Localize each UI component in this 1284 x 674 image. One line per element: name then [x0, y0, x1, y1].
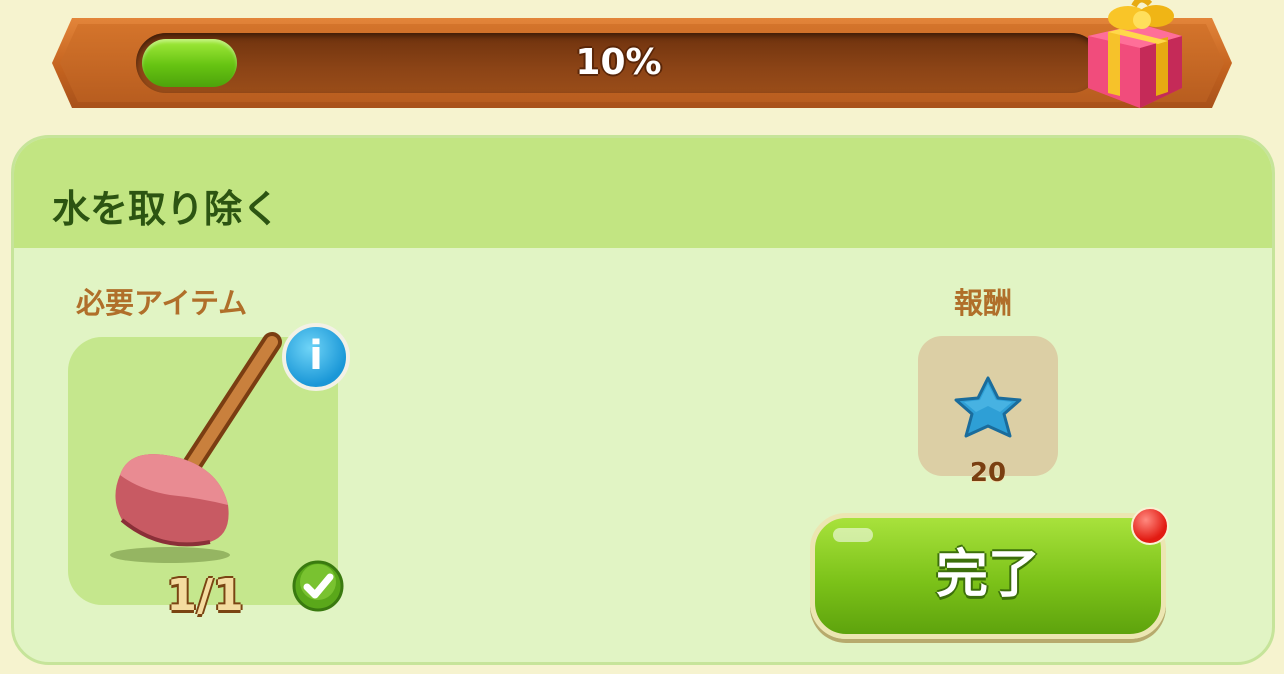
- plunger-icon: [110, 332, 282, 563]
- progress-bar: 10%: [136, 33, 1101, 93]
- reward-value: 20: [969, 458, 1007, 488]
- complete-button[interactable]: 完了: [810, 513, 1166, 639]
- gift-box-icon[interactable]: [1078, 0, 1190, 112]
- notification-dot: [1131, 507, 1169, 545]
- info-icon[interactable]: i: [282, 323, 350, 391]
- reward-label: 報酬: [954, 286, 1013, 320]
- blue-star-icon: [954, 376, 1022, 438]
- required-items-label: 必要アイテム: [76, 286, 248, 320]
- checkmark-icon: [292, 560, 344, 612]
- item-count: 1/1: [166, 570, 244, 621]
- task-title: 水を取り除く: [52, 187, 281, 231]
- progress-percent: 10%: [575, 42, 662, 83]
- complete-button-label: 完了: [935, 545, 1040, 605]
